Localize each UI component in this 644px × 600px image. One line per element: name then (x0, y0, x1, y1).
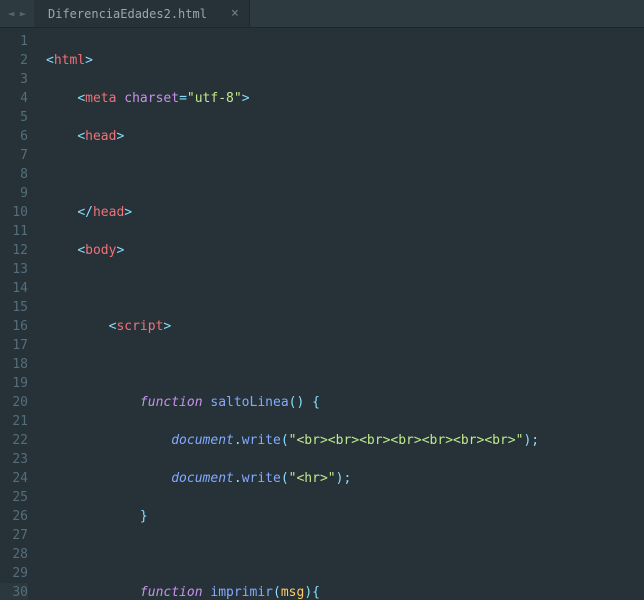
line-num: 20 (0, 393, 28, 412)
nav-back-icon[interactable]: ◄ (6, 7, 16, 20)
line-num: 23 (0, 450, 28, 469)
line-num: 29 (0, 564, 28, 583)
line-num: 28 (0, 545, 28, 564)
line-num: 15 (0, 298, 28, 317)
line-num: 12 (0, 241, 28, 260)
line-num: 26 (0, 507, 28, 526)
code-line: <meta charset="utf-8"> (46, 89, 644, 108)
tab-bar: ◄ ► DiferenciaEdades2.html × (0, 0, 644, 28)
line-num: 6 (0, 127, 28, 146)
code-line: } (46, 507, 644, 526)
line-num: 14 (0, 279, 28, 298)
code-area[interactable]: <html> <meta charset="utf-8"> <head> </h… (38, 28, 644, 600)
code-line: <script> (46, 317, 644, 336)
line-num: 10 (0, 203, 28, 222)
code-line: function imprimir(msg){ (46, 583, 644, 600)
code-line (46, 545, 644, 564)
tab-file[interactable]: DiferenciaEdades2.html × (34, 0, 250, 27)
line-num: 3 (0, 70, 28, 89)
line-num: 9 (0, 184, 28, 203)
code-line: <head> (46, 127, 644, 146)
line-num: 13 (0, 260, 28, 279)
line-gutter: 1 2 3 4 5 6 7 8 9 10 11 12 13 14 15 16 1… (0, 28, 38, 600)
line-num: 19 (0, 374, 28, 393)
line-num: 1 (0, 32, 28, 51)
code-line (46, 355, 644, 374)
line-num: 8 (0, 165, 28, 184)
line-num: 18 (0, 355, 28, 374)
line-num: 7 (0, 146, 28, 165)
line-num: 17 (0, 336, 28, 355)
line-num: 21 (0, 412, 28, 431)
line-num: 16 (0, 317, 28, 336)
code-line (46, 165, 644, 184)
nav-forward-icon[interactable]: ► (18, 7, 28, 20)
tab-title: DiferenciaEdades2.html (48, 7, 207, 21)
line-num: 22 (0, 431, 28, 450)
line-num: 11 (0, 222, 28, 241)
nav-arrows: ◄ ► (0, 0, 34, 27)
code-line: <html> (46, 51, 644, 70)
code-line (46, 279, 644, 298)
line-num: 30 (0, 583, 28, 600)
close-icon[interactable]: × (231, 7, 239, 20)
code-line: <body> (46, 241, 644, 260)
code-editor[interactable]: 1 2 3 4 5 6 7 8 9 10 11 12 13 14 15 16 1… (0, 28, 644, 600)
code-line: function saltoLinea() { (46, 393, 644, 412)
line-num: 4 (0, 89, 28, 108)
line-num: 25 (0, 488, 28, 507)
line-num: 24 (0, 469, 28, 488)
code-line: document.write("<hr>"); (46, 469, 644, 488)
code-line: </head> (46, 203, 644, 222)
code-line: document.write("<br><br><br><br><br><br>… (46, 431, 644, 450)
line-num: 2 (0, 51, 28, 70)
line-num: 27 (0, 526, 28, 545)
line-num: 5 (0, 108, 28, 127)
